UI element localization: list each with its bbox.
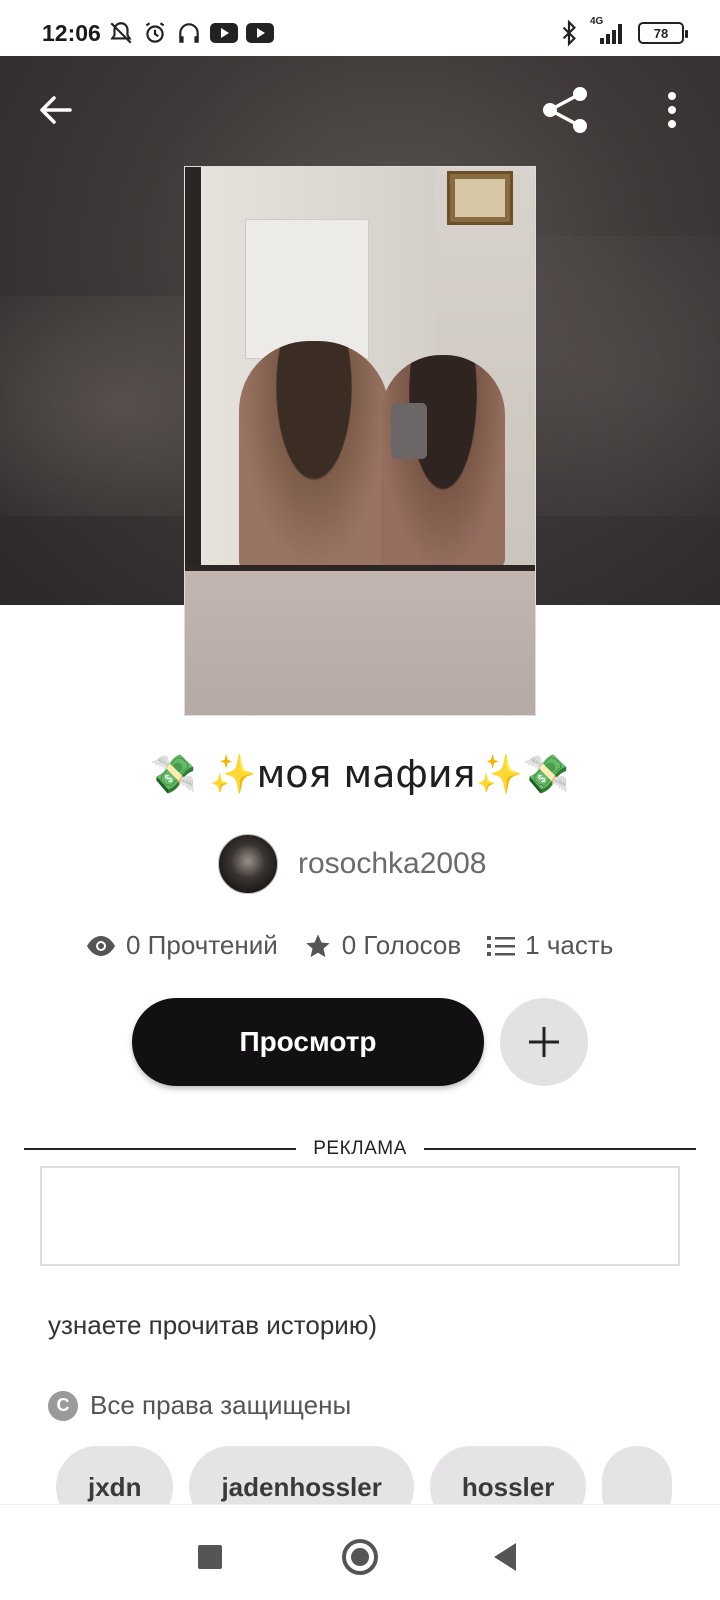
votes-stat: 0 Голосов: [304, 930, 461, 961]
author-link[interactable]: rosochka2008: [218, 834, 486, 894]
story-cover-image: [184, 166, 536, 716]
recent-apps-button[interactable]: [198, 1545, 222, 1569]
ad-divider-left: [24, 1148, 296, 1150]
battery-icon: 78: [638, 22, 688, 44]
votes-count: 0 Голосов: [341, 930, 462, 960]
system-back-button[interactable]: [494, 1543, 516, 1571]
reads-stat: 0 Прочтений: [86, 930, 278, 961]
status-time: 12:06: [42, 20, 101, 46]
more-options-button[interactable]: [656, 88, 688, 132]
ad-banner[interactable]: [40, 1166, 680, 1266]
eye-icon: [87, 935, 115, 956]
arrow-left-icon: [40, 96, 72, 124]
plus-icon: [529, 1027, 559, 1057]
copyright-text: Все права защищены: [90, 1390, 352, 1420]
headphones-icon: [179, 23, 199, 43]
bluetooth-icon: [562, 20, 576, 46]
story-description: узнаете прочитав историю): [48, 1310, 377, 1340]
list-icon: [487, 935, 516, 956]
reads-count: 0 Прочтений: [126, 930, 278, 960]
share-button[interactable]: [540, 84, 592, 136]
youtube-icon: [246, 23, 274, 43]
more-vertical-icon: [668, 92, 676, 128]
status-bar: 12:06 4G 78: [0, 0, 720, 56]
ad-label: РЕКЛАМА: [313, 1138, 407, 1159]
share-icon: [543, 87, 587, 133]
author-name[interactable]: rosochka2008: [298, 847, 486, 881]
avatar[interactable]: [218, 834, 278, 894]
add-to-library-button[interactable]: [500, 998, 588, 1086]
story-stats: 0 Прочтений 0 Голосов 1 часть: [86, 930, 613, 961]
battery-level: 78: [653, 25, 669, 41]
story-title: 💸 ✨моя мафия✨💸: [149, 752, 571, 796]
ad-divider-right: [424, 1148, 696, 1150]
copyright-icon: C: [48, 1390, 78, 1421]
status-icons-right: 4G 78: [560, 16, 688, 46]
parts-stat: 1 часть: [487, 930, 613, 961]
status-icons-left: [108, 20, 274, 46]
youtube-icon: [210, 23, 238, 43]
alarm-icon: [145, 22, 165, 43]
home-button[interactable]: [342, 1539, 378, 1575]
signal-icon: 4G: [588, 16, 628, 46]
view-button[interactable]: Просмотр: [132, 998, 484, 1086]
notifications-off-icon: [110, 22, 132, 44]
parts-count: 1 часть: [525, 930, 614, 960]
back-button[interactable]: [34, 88, 78, 132]
copyright-notice: C Все права защищены: [48, 1390, 351, 1421]
star-icon: [306, 933, 330, 957]
system-nav-bar: [0, 1504, 720, 1600]
